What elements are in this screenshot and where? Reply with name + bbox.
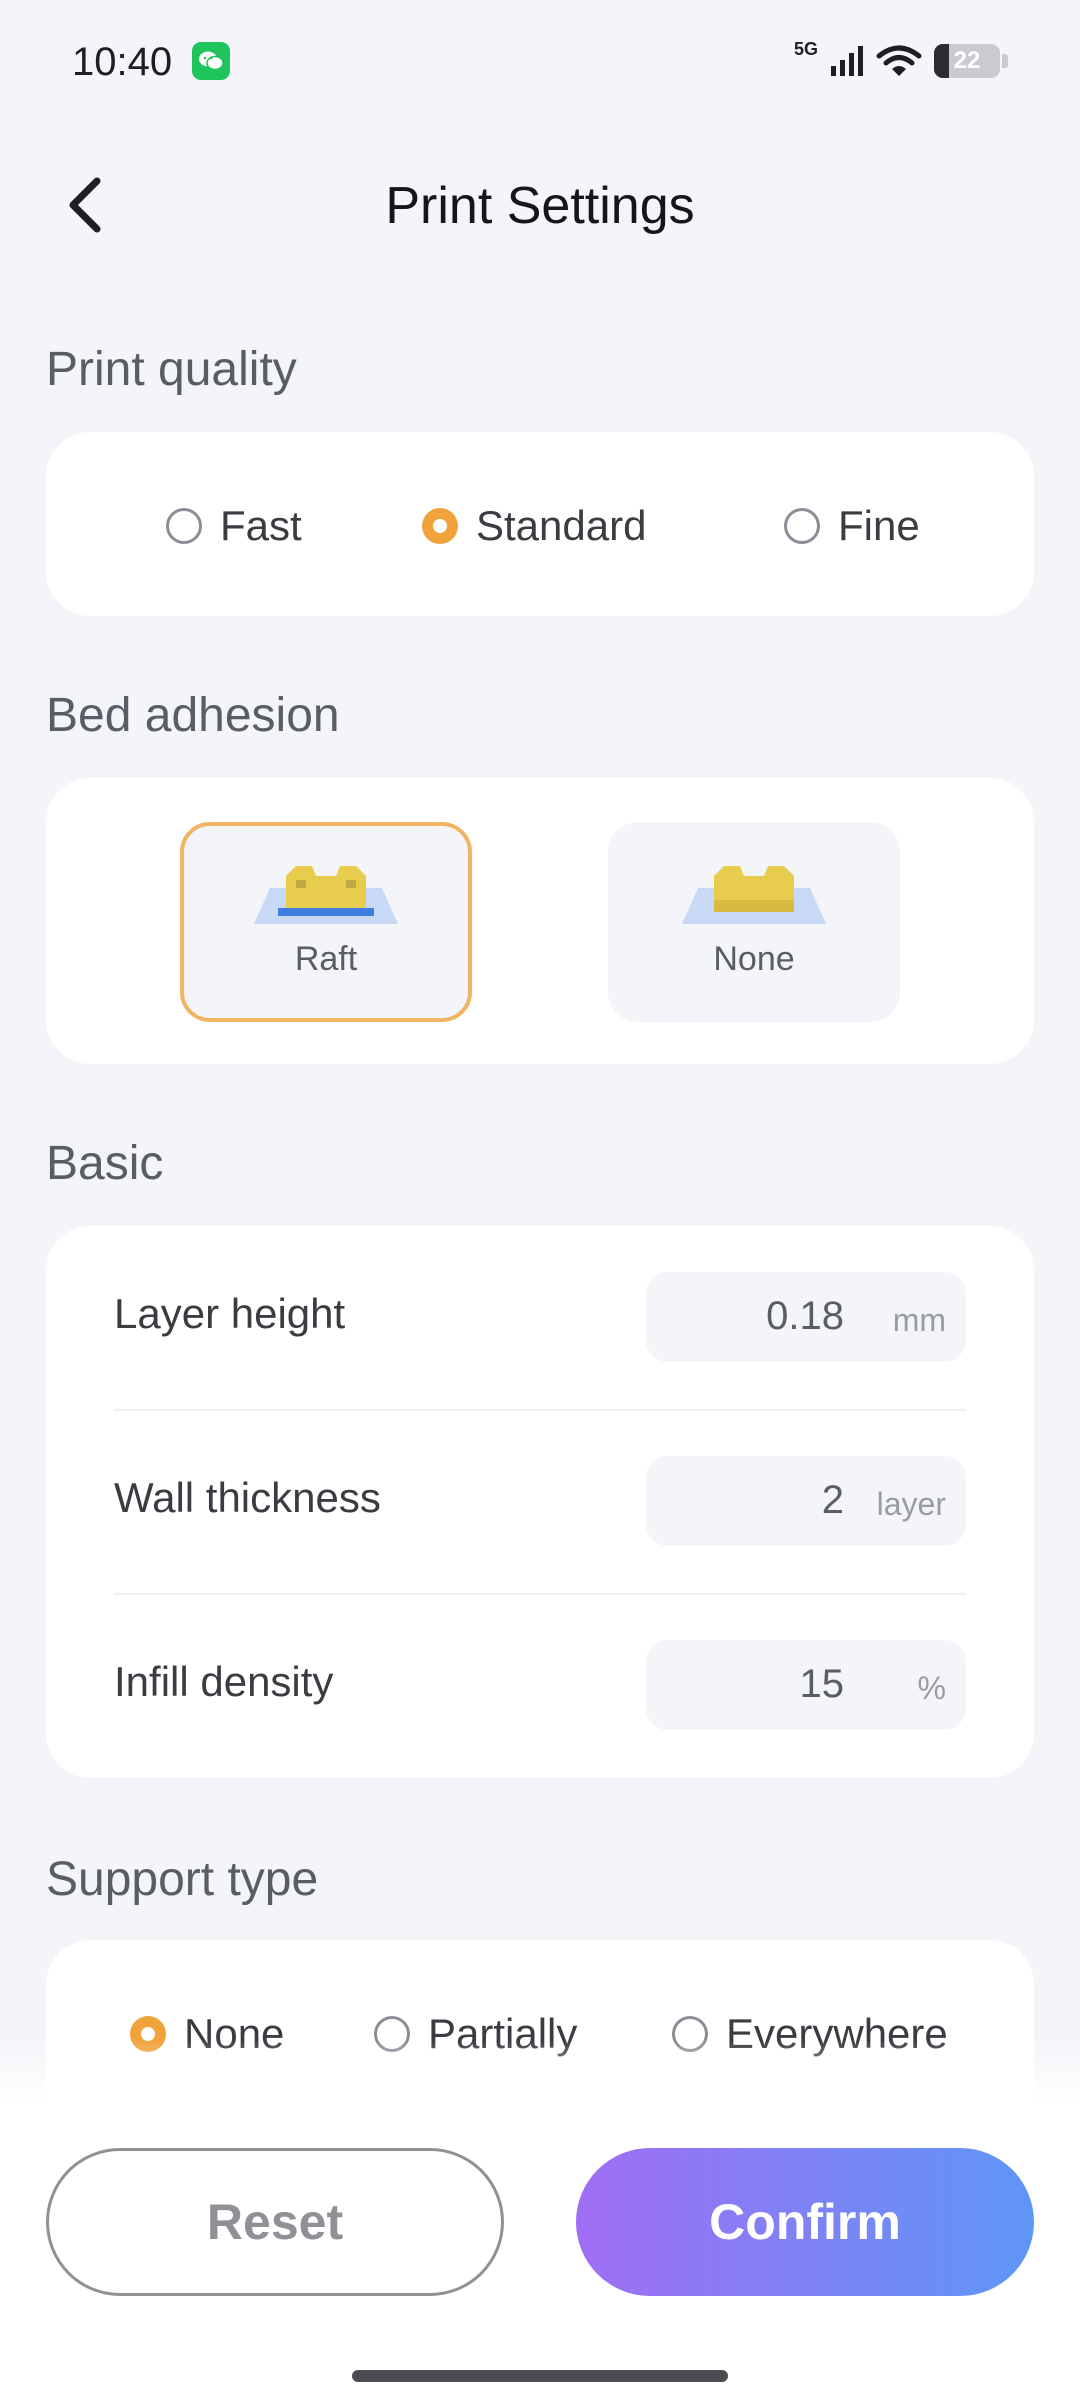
wechat-icon [192, 42, 230, 80]
section-title-print-quality: Print quality [46, 343, 297, 396]
radio-circle[interactable] [784, 508, 820, 544]
battery-level: 22 [953, 47, 981, 74]
no-adhesion-icon [682, 866, 826, 924]
status-time: 10:40 [72, 40, 173, 84]
value-number: 15 [799, 1662, 845, 1706]
status-bar: 10:40 5G 22 [0, 0, 1080, 125]
section-title-support-type: Support type [46, 1853, 319, 1906]
wall-thickness-input[interactable]: 2 layer [646, 1456, 966, 1546]
wifi-icon [876, 45, 922, 76]
adhesion-option-none[interactable]: None [608, 822, 900, 1022]
setting-row-infill-density: Infill density 15 % [114, 1594, 966, 1778]
header: Print Settings [0, 150, 1080, 260]
layer-height-input[interactable]: 0.18 mm [646, 1272, 966, 1362]
radio-fast[interactable]: Fast [166, 502, 302, 550]
print-quality-card: Fast Standard Fine [46, 432, 1034, 616]
setting-row-layer-height: Layer height 0.18 mm [114, 1226, 966, 1410]
confirm-button[interactable]: Confirm [576, 2148, 1034, 2296]
battery-icon: 22 [934, 44, 1000, 78]
radio-circle[interactable] [422, 508, 458, 544]
home-indicator[interactable] [352, 2370, 728, 2382]
section-title-bed-adhesion: Bed adhesion [46, 689, 340, 742]
infill-density-input[interactable]: 15 % [646, 1640, 966, 1730]
radio-label: Fast [220, 502, 302, 549]
basic-card: Layer height 0.18 mm Wall thickness 2 la… [46, 1226, 1034, 1778]
adhesion-label: None [713, 940, 795, 978]
radio-circle[interactable] [166, 508, 202, 544]
setting-label: Layer height [114, 1290, 346, 1337]
status-indicators: 5G 22 [794, 36, 1008, 86]
bed-adhesion-card: Raft None [46, 778, 1034, 1064]
page-title: Print Settings [385, 177, 695, 235]
setting-label: Infill density [114, 1658, 334, 1705]
radio-label: Fine [838, 502, 920, 549]
value-unit: layer [876, 1486, 946, 1522]
value-unit: mm [892, 1302, 946, 1338]
radio-standard[interactable]: Standard [422, 502, 646, 550]
setting-label: Wall thickness [114, 1474, 381, 1521]
network-type: 5G [793, 38, 818, 59]
adhesion-label: Raft [294, 940, 358, 978]
reset-button[interactable]: Reset [46, 2148, 504, 2296]
scroll-fade [0, 2040, 1080, 2102]
value-number: 0.18 [766, 1294, 844, 1338]
raft-icon [254, 866, 398, 924]
adhesion-option-raft[interactable]: Raft [180, 822, 472, 1022]
section-title-basic: Basic [46, 1137, 164, 1190]
value-unit: % [917, 1670, 946, 1706]
radio-fine[interactable]: Fine [784, 502, 920, 550]
value-number: 2 [821, 1478, 844, 1522]
setting-row-wall-thickness: Wall thickness 2 layer [114, 1410, 966, 1594]
radio-label: Standard [476, 502, 647, 549]
bottom-action-bar: Reset Confirm [0, 2102, 1080, 2400]
signal-icon [831, 46, 863, 76]
